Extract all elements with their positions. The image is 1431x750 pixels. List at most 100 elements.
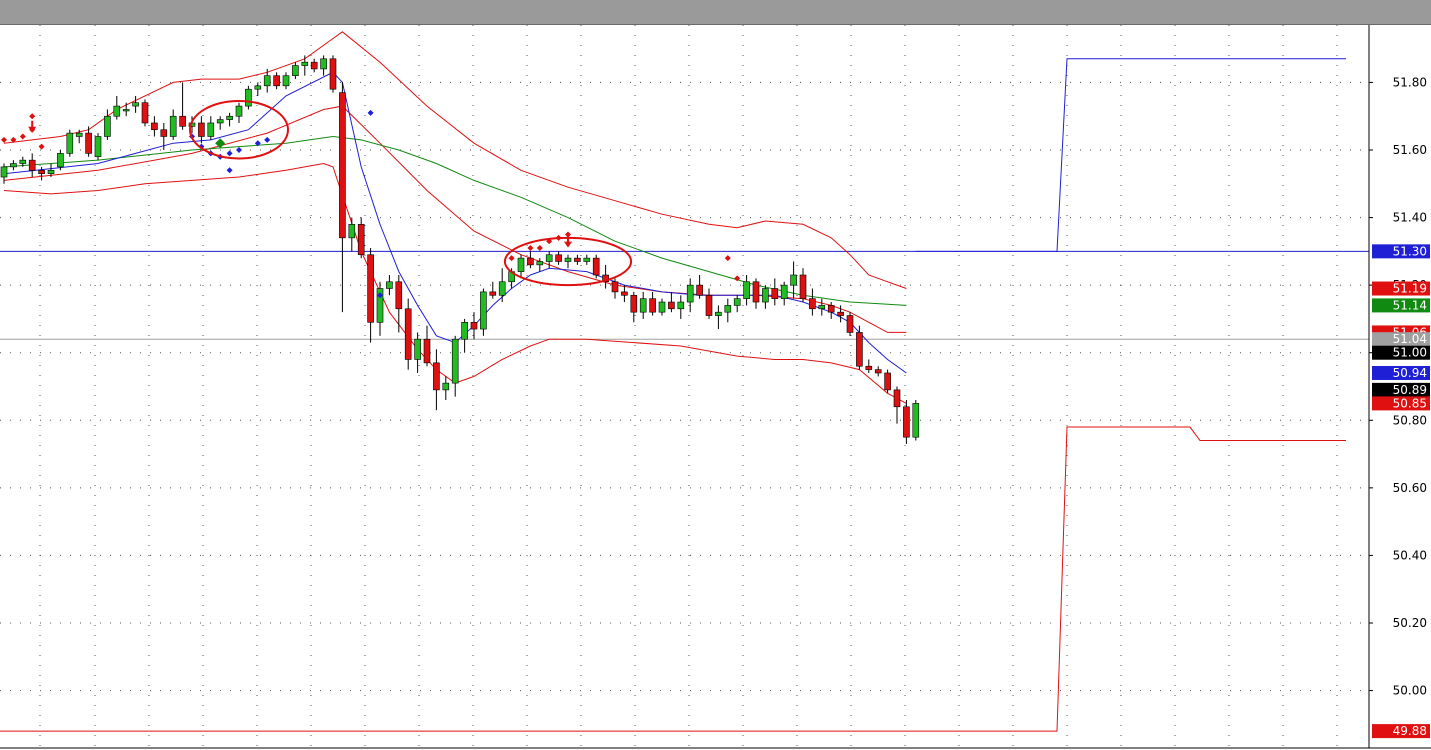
marker-blue bbox=[367, 109, 374, 116]
candle-body bbox=[884, 372, 891, 391]
candle-body bbox=[339, 92, 346, 239]
candle-body bbox=[367, 254, 374, 323]
marker-red bbox=[1, 136, 7, 143]
candle-body bbox=[677, 301, 685, 310]
candle-body bbox=[113, 105, 121, 117]
candle-body bbox=[762, 288, 769, 303]
candle-body bbox=[226, 115, 233, 120]
candle-body bbox=[169, 115, 177, 137]
projection-line-red bbox=[0, 426, 1346, 732]
candle-body bbox=[47, 169, 55, 174]
candle-body bbox=[94, 136, 102, 158]
candle-body bbox=[630, 294, 638, 313]
y-tick-label: 51.60 bbox=[1393, 143, 1427, 157]
y-tick-label: 50.00 bbox=[1393, 684, 1427, 698]
candle-body bbox=[442, 382, 450, 391]
price-flag-label: 50.89 bbox=[1393, 383, 1427, 397]
price-flag-label: 51.00 bbox=[1393, 346, 1427, 360]
candle-body bbox=[583, 257, 591, 262]
candle-body bbox=[809, 298, 816, 310]
y-tick-label: 51.80 bbox=[1393, 75, 1427, 89]
projection-line-blue bbox=[915, 58, 1346, 252]
marker-red bbox=[536, 244, 543, 251]
candle-body bbox=[686, 284, 694, 303]
candle-body bbox=[771, 288, 779, 299]
price-flag-label: 50.94 bbox=[1393, 366, 1427, 380]
candle-body bbox=[865, 365, 873, 370]
candle-body bbox=[790, 274, 797, 286]
candle-body bbox=[254, 85, 262, 90]
candle-body bbox=[179, 115, 186, 127]
marker-blue bbox=[236, 147, 242, 154]
price-flag-label: 49.88 bbox=[1393, 724, 1427, 738]
marker-blue bbox=[264, 136, 271, 143]
candle-body bbox=[592, 257, 600, 276]
candle-body bbox=[461, 322, 468, 340]
candle-body bbox=[451, 338, 459, 384]
candle-body bbox=[536, 261, 544, 266]
marker-blue bbox=[226, 150, 233, 157]
candle-body bbox=[555, 254, 562, 262]
price-axis: 51.8051.6051.4051.2051.0050.8050.6050.40… bbox=[0, 25, 1431, 749]
candle-body bbox=[245, 88, 252, 107]
y-tick-label: 50.60 bbox=[1393, 481, 1427, 495]
y-tick-label: 51.40 bbox=[1393, 211, 1427, 225]
candle-body bbox=[57, 153, 64, 168]
candle-body bbox=[0, 166, 8, 178]
marker-red bbox=[508, 255, 515, 262]
candle-body bbox=[28, 159, 36, 171]
candle-body bbox=[621, 291, 628, 296]
candle-body bbox=[273, 75, 280, 87]
candle-body bbox=[263, 75, 271, 87]
candle-body bbox=[837, 311, 844, 316]
candle-body bbox=[733, 298, 741, 306]
candle-body bbox=[75, 132, 83, 137]
price-flag-label: 51.14 bbox=[1393, 298, 1427, 312]
candle-body bbox=[132, 102, 139, 107]
candle-body bbox=[527, 257, 534, 266]
candle-body bbox=[715, 311, 722, 316]
candlestick-chart: 51.8051.6051.4051.2051.0050.8050.6050.40… bbox=[0, 25, 1431, 749]
candle-body bbox=[517, 257, 525, 272]
candle-body bbox=[207, 122, 215, 137]
candle-body bbox=[122, 109, 130, 112]
candle-body bbox=[696, 284, 703, 296]
candle-body bbox=[752, 281, 760, 303]
candle-body bbox=[564, 257, 572, 262]
arrow-head bbox=[564, 241, 572, 248]
y-tick-label: 50.80 bbox=[1393, 413, 1427, 427]
candle-body bbox=[151, 122, 158, 131]
candle-body bbox=[423, 338, 431, 364]
candle-body bbox=[404, 308, 412, 360]
candle-body bbox=[310, 61, 318, 70]
candle-body bbox=[216, 119, 224, 124]
candle-body bbox=[395, 281, 403, 310]
marker-red bbox=[527, 244, 534, 251]
candle-body bbox=[498, 281, 506, 296]
candle-body bbox=[545, 254, 553, 262]
candle-body bbox=[470, 322, 478, 330]
candles bbox=[0, 55, 920, 444]
candle-body bbox=[386, 281, 393, 289]
candle-body bbox=[348, 224, 356, 239]
upper-band-line bbox=[3, 31, 907, 289]
candle-body bbox=[301, 61, 309, 66]
candle-body bbox=[827, 305, 835, 313]
candle-body bbox=[10, 163, 17, 168]
candle-body bbox=[66, 132, 74, 154]
candle-body bbox=[489, 291, 497, 296]
candle-body bbox=[282, 75, 290, 87]
candle-body bbox=[198, 122, 205, 137]
candle-body bbox=[611, 281, 619, 293]
candle-body bbox=[329, 58, 337, 90]
price-flag-label: 51.30 bbox=[1393, 244, 1427, 258]
candle-body bbox=[818, 305, 826, 310]
candle-body bbox=[893, 389, 901, 408]
candle-body bbox=[141, 102, 149, 124]
candle-body bbox=[846, 315, 854, 333]
green-ma-line bbox=[3, 135, 907, 306]
price-flag-label: 51.19 bbox=[1393, 282, 1427, 296]
candle-body bbox=[85, 132, 92, 154]
y-tick-label: 50.40 bbox=[1393, 548, 1427, 562]
candle-body bbox=[649, 298, 656, 313]
